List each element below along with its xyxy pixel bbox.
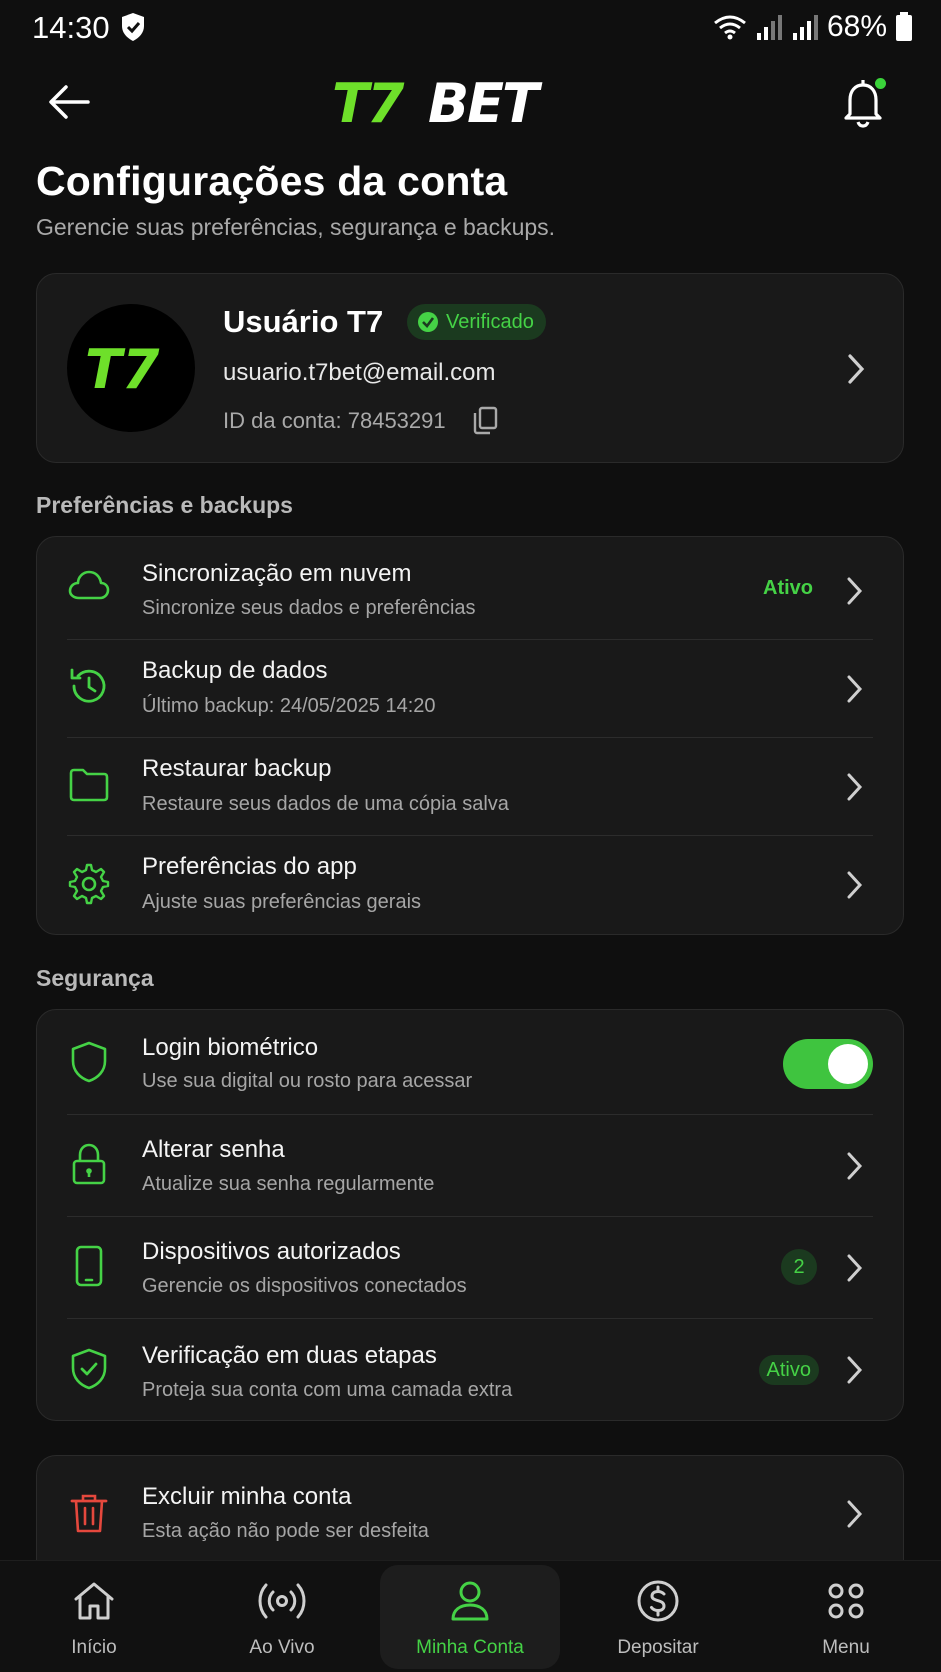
notifications-button[interactable]: [836, 74, 890, 130]
section-title-security: Segurança: [36, 965, 154, 991]
row-data-backup[interactable]: Backup de dados Último backup: 24/05/202…: [37, 639, 903, 737]
verified-label: Verificado: [446, 310, 534, 333]
row-title: Verificação em duas etapas: [142, 1342, 437, 1369]
trash-icon: [70, 1494, 108, 1533]
history-icon: [70, 668, 106, 703]
nav-my-account[interactable]: Minha Conta: [380, 1565, 560, 1669]
lock-icon: [72, 1143, 106, 1185]
row-title: Preferências do app: [142, 853, 357, 880]
wifi-icon: [714, 15, 746, 40]
chevron-right-icon: [847, 871, 863, 899]
t7bet-logo: T7 BET: [332, 72, 545, 130]
row-title: Login biométrico: [142, 1034, 319, 1061]
row-title: Alterar senha: [142, 1136, 285, 1163]
back-arrow-icon[interactable]: [44, 78, 96, 126]
nav-label: Início: [71, 1637, 117, 1658]
row-subtitle: Use sua digital ou rosto para acessar: [142, 1070, 473, 1092]
check-badge-icon: [418, 312, 438, 332]
row-title: Dispositivos autorizados: [142, 1238, 401, 1265]
row-title: Excluir minha conta: [142, 1483, 352, 1510]
row-restore-backup[interactable]: Restaurar backup Restaure seus dados de …: [37, 737, 903, 835]
security-card: Login biométrico Use sua digital ou rost…: [36, 1009, 904, 1421]
notification-dot: [875, 78, 886, 89]
chevron-right-icon: [847, 773, 863, 801]
nav-label: Menu: [822, 1637, 870, 1658]
row-subtitle: Gerencie os dispositivos conectados: [142, 1275, 467, 1297]
profile-email: usuario.t7bet@email.com: [223, 359, 496, 386]
row-subtitle: Atualize sua senha regularmente: [142, 1173, 435, 1195]
copy-icon[interactable]: [471, 405, 499, 435]
biometric-toggle[interactable]: [783, 1039, 873, 1089]
battery-percent: 68%: [826, 10, 887, 43]
dollar-icon: [637, 1580, 679, 1622]
nav-menu[interactable]: Menu: [756, 1561, 936, 1672]
chevron-right-icon: [847, 1152, 863, 1180]
row-biometric-login: Login biométrico Use sua digital ou rost…: [37, 1010, 903, 1114]
chevron-right-icon: [847, 1356, 863, 1384]
row-subtitle: Esta ação não pode ser desfeita: [142, 1520, 429, 1542]
status-bar: 14:30 68%: [0, 0, 941, 56]
row-authorized-devices[interactable]: Dispositivos autorizados Gerencie os dis…: [37, 1216, 903, 1318]
status-active-pill: Ativo: [758, 1355, 819, 1385]
row-subtitle: Restaure seus dados de uma cópia salva: [142, 793, 509, 815]
svg-text:BET: BET: [428, 72, 543, 130]
row-two-step-verification[interactable]: Verificação em duas etapas Proteja sua c…: [37, 1318, 903, 1422]
status-active: Ativo: [763, 577, 813, 599]
user-icon: [451, 1581, 489, 1621]
row-app-preferences[interactable]: Preferências do app Ajuste suas preferên…: [37, 835, 903, 935]
shield-status-icon: [122, 13, 144, 41]
bottom-nav: Início Ao Vivo Minha Conta Depositar Men…: [0, 1560, 941, 1672]
signal-icon: [756, 15, 782, 40]
live-icon: [258, 1583, 306, 1619]
avatar: T7: [67, 304, 195, 432]
nav-deposit[interactable]: Depositar: [568, 1561, 748, 1672]
row-delete-account[interactable]: Excluir minha conta Esta ação não pode s…: [37, 1456, 903, 1561]
row-title: Backup de dados: [142, 657, 328, 684]
signal-icon-2: [792, 15, 818, 40]
devices-count-badge: 2: [781, 1249, 817, 1285]
preferences-card: Sincronização em nuvem Sincronize seus d…: [36, 536, 904, 935]
gear-icon: [68, 863, 110, 905]
profile-name: Usuário T7: [223, 304, 384, 339]
row-subtitle: Último backup: 24/05/2025 14:20: [142, 695, 436, 717]
status-right: 68%: [713, 10, 913, 44]
shield-check-icon: [71, 1348, 107, 1390]
row-subtitle: Proteja sua conta com uma camada extra: [142, 1379, 513, 1401]
grid-icon: [828, 1583, 864, 1619]
account-settings-screen: 14:30 68% T7 BET Configurações da conta …: [0, 0, 941, 1672]
avatar-logo: T7: [85, 338, 160, 398]
phone-icon: [75, 1245, 103, 1287]
row-change-password[interactable]: Alterar senha Atualize sua senha regular…: [37, 1114, 903, 1216]
account-id: ID da conta: 78453291: [223, 408, 446, 433]
nav-home[interactable]: Início: [4, 1561, 184, 1672]
svg-text:T7: T7: [85, 338, 160, 398]
chevron-right-icon: [847, 577, 863, 605]
chevron-right-icon: [847, 675, 863, 703]
cloud-icon: [68, 570, 110, 600]
chevron-right-icon: [847, 1254, 863, 1282]
status-time: 14:30: [32, 10, 110, 45]
row-subtitle: Sincronize seus dados e preferências: [142, 597, 476, 619]
svg-text:T7: T7: [332, 72, 405, 130]
chevron-right-icon: [847, 1500, 863, 1528]
nav-label: Ao Vivo: [249, 1637, 315, 1658]
section-title-preferences: Preferências e backups: [36, 492, 293, 518]
nav-live[interactable]: Ao Vivo: [192, 1561, 372, 1672]
home-icon: [74, 1582, 114, 1620]
nav-label: Minha Conta: [416, 1637, 524, 1658]
page-subtitle: Gerencie suas preferências, segurança e …: [36, 214, 556, 240]
row-title: Restaurar backup: [142, 755, 332, 782]
profile-card[interactable]: T7 Usuário T7 Verificado usuario.t7bet@e…: [36, 273, 904, 463]
page-title: Configurações da conta: [36, 158, 508, 204]
toggle-knob: [828, 1044, 868, 1084]
row-title: Sincronização em nuvem: [142, 560, 412, 587]
row-subtitle: Ajuste suas preferências gerais: [142, 891, 422, 913]
folder-icon: [69, 768, 109, 802]
chevron-right-icon: [848, 354, 865, 384]
battery-icon: [896, 12, 912, 41]
row-cloud-sync[interactable]: Sincronização em nuvem Sincronize seus d…: [37, 537, 903, 637]
shield-icon: [71, 1041, 107, 1083]
verified-badge: Verificado: [407, 304, 546, 340]
nav-label: Depositar: [617, 1637, 699, 1658]
